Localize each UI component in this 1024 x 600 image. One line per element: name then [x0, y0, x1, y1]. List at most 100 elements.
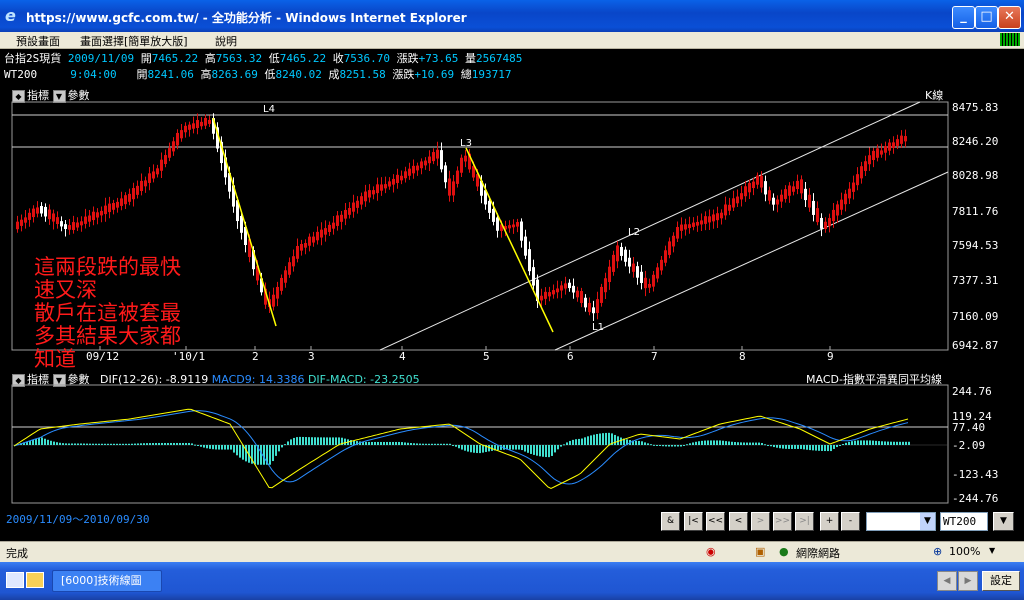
histogram-bar — [434, 443, 436, 445]
histogram-bar — [107, 443, 109, 445]
candle-body — [316, 231, 319, 241]
histogram-bar — [56, 442, 58, 445]
histogram-bar — [794, 445, 796, 449]
histogram-bar — [686, 444, 688, 446]
candle-body — [72, 222, 75, 230]
histogram-bar — [200, 445, 202, 447]
menu-help[interactable]: 說明 — [215, 33, 237, 49]
page-back-button[interactable]: << — [706, 512, 725, 531]
histogram-bar — [827, 445, 829, 452]
histogram-bar — [848, 441, 850, 445]
chevron-down-icon[interactable]: ▼ — [920, 513, 935, 530]
histogram-bar — [311, 437, 313, 445]
candle-body — [880, 150, 883, 155]
histogram-bar — [71, 443, 73, 445]
histogram-bar — [320, 437, 322, 445]
candle-body — [288, 262, 291, 275]
histogram-bar — [734, 442, 736, 445]
histogram-bar — [539, 445, 541, 457]
settings-button[interactable]: 設定 — [982, 571, 1020, 591]
candle-body — [652, 274, 655, 287]
histogram-bar — [728, 441, 730, 445]
first-button[interactable]: |< — [684, 512, 703, 531]
taskbar-task[interactable]: [6000]技術線圖 — [52, 570, 162, 592]
histogram-bar — [212, 445, 214, 450]
menu-default-view[interactable]: 預設畫面 — [16, 33, 60, 49]
histogram-bar — [725, 441, 727, 445]
histogram-bar — [452, 445, 454, 446]
y-tick-label: 8246.20 — [952, 135, 998, 148]
maximize-button[interactable]: □ — [975, 6, 998, 29]
forward-button[interactable]: > — [751, 512, 770, 531]
last-button[interactable]: >| — [795, 512, 814, 531]
histogram-bar — [365, 441, 367, 445]
candle-body — [280, 277, 283, 291]
candle-body — [192, 123, 195, 129]
minimize-button[interactable]: _ — [952, 6, 975, 29]
histogram-bar — [737, 442, 739, 445]
high-value: 8263.69 — [211, 68, 258, 81]
show-desktop-icon[interactable] — [6, 572, 24, 588]
histogram-bar — [290, 439, 292, 445]
histogram-bar — [716, 440, 718, 445]
candle-body — [800, 179, 803, 194]
candle-body — [736, 196, 739, 204]
histogram-bar — [443, 443, 445, 445]
x-tick-label: 3 — [308, 350, 315, 363]
period-select[interactable]: ▼ — [866, 512, 936, 531]
zoom-in-button[interactable]: + — [820, 512, 839, 531]
candle-body — [792, 186, 795, 192]
histogram-bar — [602, 433, 604, 445]
candle-body — [648, 283, 651, 288]
candle-body — [904, 136, 907, 142]
page-forward-button[interactable]: >> — [773, 512, 792, 531]
zoom-level[interactable]: 100% — [949, 545, 980, 558]
candle-body — [864, 161, 867, 171]
histogram-bar — [299, 436, 301, 445]
y-tick-label: 7160.09 — [952, 310, 998, 323]
back-button[interactable]: < — [729, 512, 748, 531]
histogram-bar — [278, 445, 280, 452]
scroll-left-icon[interactable]: ◀ — [937, 571, 957, 591]
histogram-bar — [380, 441, 382, 445]
histogram-bar — [89, 443, 91, 445]
candle-body — [88, 215, 91, 222]
close-button[interactable]: ✕ — [998, 6, 1021, 29]
candle-body — [508, 225, 511, 229]
symbol-input[interactable]: WT200 — [940, 512, 988, 531]
histogram-bar — [302, 436, 304, 445]
chevron-down-icon[interactable]: ▼ — [989, 546, 995, 555]
scroll-right-icon[interactable]: ▶ — [958, 571, 978, 591]
decline-line-1 — [212, 117, 277, 327]
candle-body — [516, 222, 519, 227]
candle-body — [100, 210, 103, 216]
histogram-bar — [515, 445, 517, 450]
link-button[interactable]: & — [661, 512, 680, 531]
status-text: 完成 — [6, 547, 28, 560]
menu-view-select[interactable]: 畫面選擇[簡單放大版] — [80, 33, 188, 49]
folder-icon[interactable] — [26, 572, 44, 588]
pattern-label: L3 — [460, 138, 472, 149]
histogram-bar — [854, 440, 856, 445]
high-label: 高 — [204, 52, 216, 65]
candle-body — [748, 183, 751, 193]
symbol-go-button[interactable]: ▼ — [993, 512, 1014, 531]
histogram-bar — [527, 445, 529, 453]
histogram-bar — [65, 443, 67, 445]
histogram-bar — [245, 445, 247, 462]
histogram-bar — [227, 445, 229, 450]
histogram-bar — [800, 445, 802, 449]
privacy-icon[interactable]: ◉ — [706, 545, 716, 558]
candle-body — [376, 184, 379, 194]
zoom-out-button[interactable]: - — [841, 512, 860, 531]
x-tick-label: 7 — [651, 350, 658, 363]
volume-value: 2567485 — [476, 52, 523, 65]
histogram-bar — [815, 445, 817, 451]
histogram-bar — [476, 445, 478, 454]
histogram-bar — [221, 445, 223, 450]
candle-body — [444, 165, 447, 183]
protected-mode-icon[interactable]: ▣ — [755, 545, 765, 558]
macd-y-axis: 244.76119.2477.40-2.09-123.43-244.76 — [952, 385, 998, 505]
candle-body — [728, 204, 731, 211]
candle-body — [96, 212, 99, 218]
